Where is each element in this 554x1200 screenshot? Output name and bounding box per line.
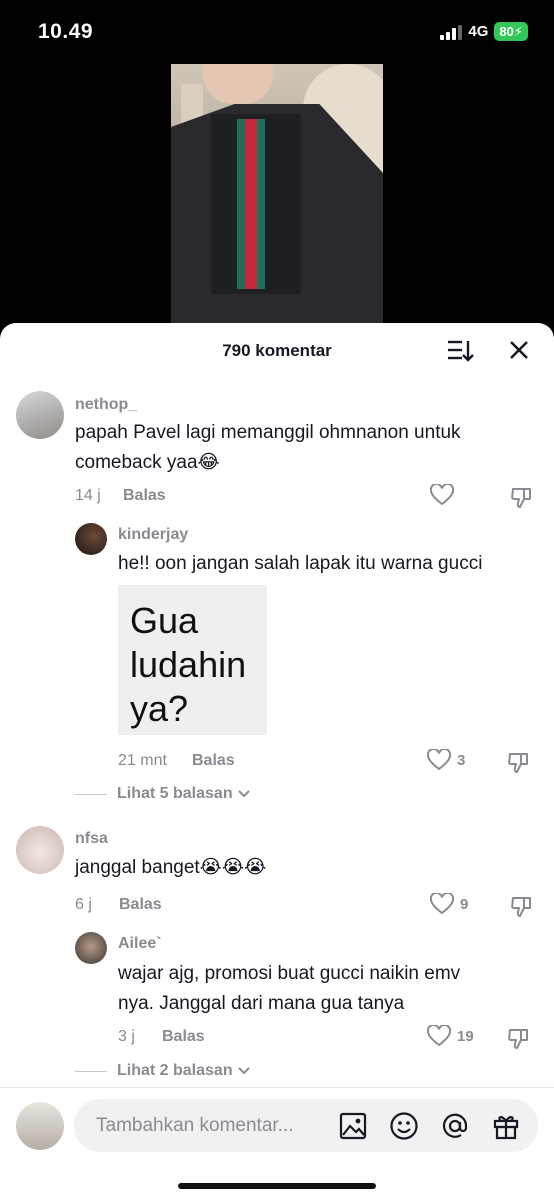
- comment-input-placeholder: Tambahkan komentar...: [96, 1115, 294, 1136]
- like-button[interactable]: 19: [427, 1025, 474, 1047]
- battery-icon: 80⚡: [494, 22, 528, 41]
- like-count: 9: [460, 895, 469, 913]
- chevron-down-icon: [237, 790, 250, 798]
- view-replies-label: Lihat 2 balasan: [117, 1062, 233, 1079]
- like-button[interactable]: 3: [427, 749, 465, 771]
- chevron-down-icon: [237, 1067, 250, 1075]
- home-indicator: [178, 1183, 376, 1189]
- reply-button[interactable]: Balas: [119, 896, 162, 914]
- emoji-icon[interactable]: [389, 1111, 419, 1141]
- dislike-icon[interactable]: [510, 894, 534, 918]
- divider: [75, 793, 107, 795]
- status-indicators: 4G 80⚡: [440, 22, 528, 41]
- comment-username[interactable]: nethop_: [75, 396, 137, 414]
- reply-time: 3 j: [118, 1028, 135, 1045]
- reply-time: 21 mnt: [118, 752, 167, 769]
- comment-username[interactable]: nfsa: [75, 830, 108, 848]
- avatar[interactable]: [75, 523, 107, 555]
- avatar[interactable]: [75, 932, 107, 964]
- reply-sticker-image[interactable]: Gua ludahin ya?: [118, 585, 267, 735]
- comment-time: 6 j: [75, 896, 92, 913]
- reply-button[interactable]: Balas: [123, 487, 166, 505]
- view-more-replies[interactable]: Lihat 5 balasan: [75, 785, 251, 803]
- my-avatar: [16, 1102, 64, 1150]
- mention-icon[interactable]: [440, 1111, 470, 1141]
- network-label: 4G: [468, 23, 489, 40]
- view-replies-label: Lihat 5 balasan: [117, 785, 233, 802]
- like-count: 19: [457, 1027, 474, 1045]
- avatar[interactable]: [16, 391, 64, 439]
- heart-icon: [430, 484, 454, 506]
- reply-text: wajar ajg, promosi buat gucci naikin emv…: [118, 963, 461, 1014]
- comment-input[interactable]: Tambahkan komentar...: [74, 1099, 538, 1152]
- sticker-text: Gua ludahin ya?: [130, 600, 247, 729]
- like-button[interactable]: 9: [430, 893, 468, 915]
- reply-username[interactable]: Ailee`: [118, 935, 162, 953]
- heart-icon: [427, 1025, 451, 1047]
- comments-sheet: 790 komentar nethop_ papah Pavel lagi me…: [0, 323, 554, 1200]
- dislike-icon[interactable]: [507, 750, 531, 774]
- dislike-icon[interactable]: [507, 1026, 531, 1050]
- reply-button[interactable]: Balas: [162, 1028, 205, 1046]
- comment-text: papah Pavel lagi memanggil ohmnanon untu…: [75, 422, 461, 473]
- status-bar: 10.49 4G 80⚡: [0, 0, 554, 64]
- reply-username[interactable]: kinderjay: [118, 526, 188, 544]
- heart-icon: [430, 893, 454, 915]
- view-more-replies[interactable]: Lihat 2 balasan: [75, 1062, 251, 1080]
- like-button[interactable]: [430, 484, 454, 506]
- status-time: 10.49: [38, 20, 94, 43]
- video-preview[interactable]: [171, 64, 383, 326]
- comment-input-bar: Tambahkan komentar...: [0, 1087, 554, 1200]
- divider: [75, 1070, 107, 1072]
- comment-text: janggal banget😭😭😭: [75, 857, 267, 878]
- reply-text: he!! oon jangan salah lapak itu warna gu…: [118, 553, 483, 574]
- comment-time: 14 j: [75, 487, 101, 504]
- dislike-icon[interactable]: [510, 485, 534, 509]
- battery-level: 80: [499, 24, 514, 39]
- like-count: 3: [457, 751, 466, 769]
- close-icon[interactable]: [507, 338, 531, 362]
- image-icon[interactable]: [338, 1111, 368, 1141]
- reply-button[interactable]: Balas: [192, 752, 235, 770]
- sort-icon[interactable]: [446, 338, 474, 364]
- avatar[interactable]: [16, 826, 64, 874]
- signal-icon: [440, 24, 463, 40]
- heart-icon: [427, 749, 451, 771]
- gift-icon[interactable]: [491, 1111, 521, 1141]
